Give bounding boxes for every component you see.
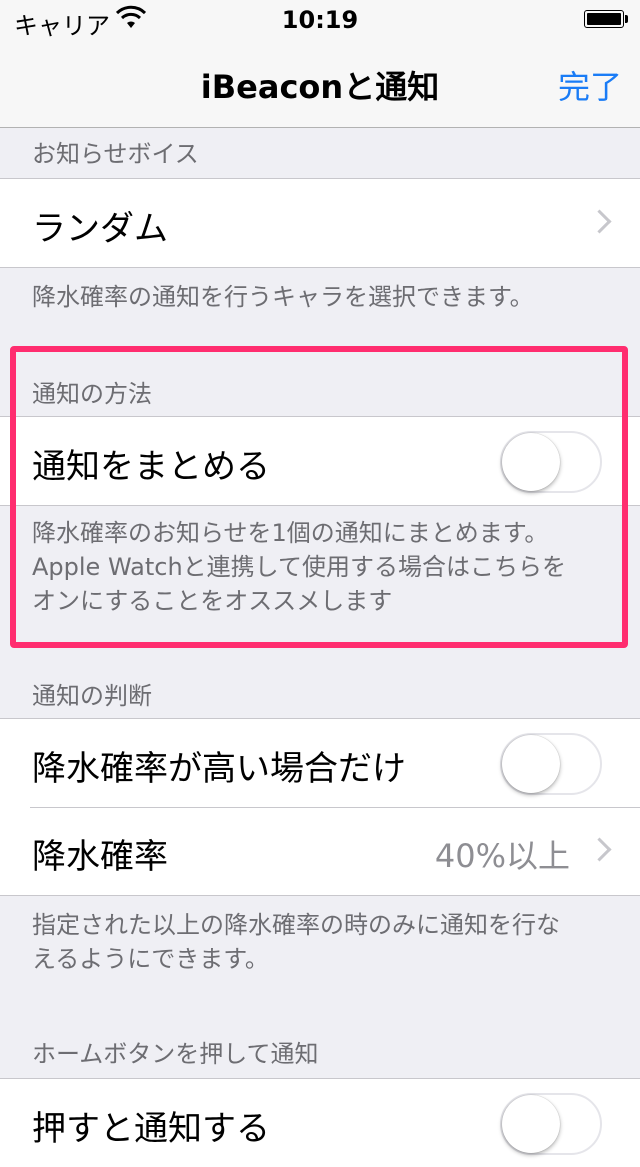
voice-select-row[interactable]: ランダム (0, 179, 640, 267)
page-title: iBeaconと通知 (200, 68, 440, 106)
high-probability-only-label: 降水確率が高い場合だけ (32, 749, 406, 789)
section-header-judgment: 通知の判断 (32, 682, 152, 710)
probability-threshold-value: 40%以上 (434, 837, 570, 875)
battery-icon (584, 10, 630, 30)
judgment-footer-line: えるようにできます。 (32, 945, 269, 973)
section-header-voice: お知らせボイス (32, 140, 199, 168)
judgment-group: 降水確率が高い場合だけ 降水確率 40%以上 (0, 718, 640, 896)
probability-threshold-label: 降水確率 (32, 837, 168, 877)
press-to-notify-row: 押すと通知する (0, 1079, 640, 1167)
method-footer: 降水確率のお知らせを1個の通知にまとめます。 Apple Watchと連携して使… (32, 516, 612, 618)
combine-notifications-label: 通知をまとめる (32, 447, 270, 487)
method-footer-line: Apple Watchと連携して使用する場合はこちらを (32, 553, 566, 581)
press-to-notify-toggle[interactable] (500, 1093, 602, 1155)
probability-threshold-row[interactable]: 降水確率 40%以上 (0, 807, 640, 895)
voice-row-label: ランダム (32, 209, 168, 249)
high-probability-only-row: 降水確率が高い場合だけ (0, 719, 640, 807)
combine-notifications-toggle[interactable] (500, 431, 602, 493)
method-footer-line: オンにすることをオススメします (32, 587, 393, 615)
voice-group: ランダム (0, 178, 640, 268)
method-group: 通知をまとめる (0, 416, 640, 506)
combine-notifications-row: 通知をまとめる (0, 417, 640, 505)
method-footer-line: 降水確率のお知らせを1個の通知にまとめます。 (32, 519, 549, 547)
clock: 10:19 (281, 6, 359, 34)
home-button-group: 押すと通知する (0, 1078, 640, 1167)
navigation-bar: iBeaconと通知 完了 (0, 40, 640, 128)
judgment-footer-line: 指定された以上の降水確率の時のみに通知を行な (32, 911, 560, 939)
voice-footer: 降水確率の通知を行うキャラを選択できます。 (32, 283, 534, 311)
done-button[interactable]: 完了 (558, 62, 622, 108)
chevron-right-icon (587, 837, 612, 862)
chevron-right-icon (587, 209, 612, 234)
section-header-home-button: ホームボタンを押して通知 (32, 1040, 319, 1068)
high-probability-only-toggle[interactable] (500, 733, 602, 795)
section-header-method: 通知の方法 (32, 380, 152, 408)
press-to-notify-label: 押すと通知する (32, 1109, 270, 1149)
judgment-footer: 指定された以上の降水確率の時のみに通知を行な えるようにできます。 (32, 908, 612, 976)
status-bar: キャリア 10:19 (0, 0, 640, 40)
